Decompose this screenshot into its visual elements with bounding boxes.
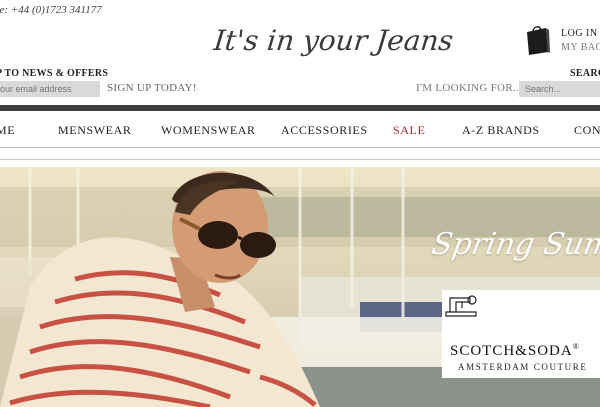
sewing-machine-icon: [445, 295, 477, 317]
newsletter-email-input[interactable]: [0, 81, 100, 97]
phone-number: ne: +44 (0)1723 341177: [0, 4, 102, 16]
login-link[interactable]: LOG IN: [561, 28, 598, 39]
nav-item-womenswear[interactable]: WOMENSWEAR: [161, 123, 256, 138]
my-bag-link[interactable]: MY BAG: [561, 42, 600, 53]
main-nav: ME MENSWEAR WOMENSWEAR ACCESSORIES SALE …: [0, 111, 600, 148]
site-header: ne: +44 (0)1723 341177 It's in your Jean…: [0, 0, 600, 104]
hero-banner[interactable]: Spring Summer SCOTCH&SODA® AMSTERDAM COU…: [0, 167, 600, 407]
site-logo[interactable]: It's in your Jeans: [212, 24, 455, 57]
shopping-bag-icon[interactable]: [524, 24, 550, 56]
nav-divider: [0, 147, 600, 148]
nav-item-menswear[interactable]: MENSWEAR: [58, 123, 131, 138]
brand-name: SCOTCH&SODA®: [450, 342, 580, 359]
search-label: SEARC: [570, 68, 600, 79]
newsletter-label: P TO NEWS & OFFERS: [0, 68, 109, 79]
signup-button[interactable]: SIGN UP TODAY!: [107, 82, 197, 94]
looking-for-label: I'M LOOKING FOR...: [416, 82, 523, 94]
nav-item-contact[interactable]: CON: [574, 123, 600, 138]
nav-item-accessories[interactable]: ACCESSORIES: [281, 123, 368, 138]
nav-divider-lower: [0, 159, 600, 160]
nav-item-home[interactable]: ME: [0, 123, 15, 138]
brand-tagline: AMSTERDAM COUTURE: [458, 362, 588, 372]
search-input[interactable]: [519, 81, 600, 97]
hero-headline: Spring Summer: [428, 227, 600, 262]
nav-item-brands[interactable]: A-Z BRANDS: [462, 123, 540, 138]
brand-badge[interactable]: SCOTCH&SODA® AMSTERDAM COUTURE: [442, 290, 600, 378]
nav-item-sale[interactable]: SALE: [393, 123, 425, 138]
